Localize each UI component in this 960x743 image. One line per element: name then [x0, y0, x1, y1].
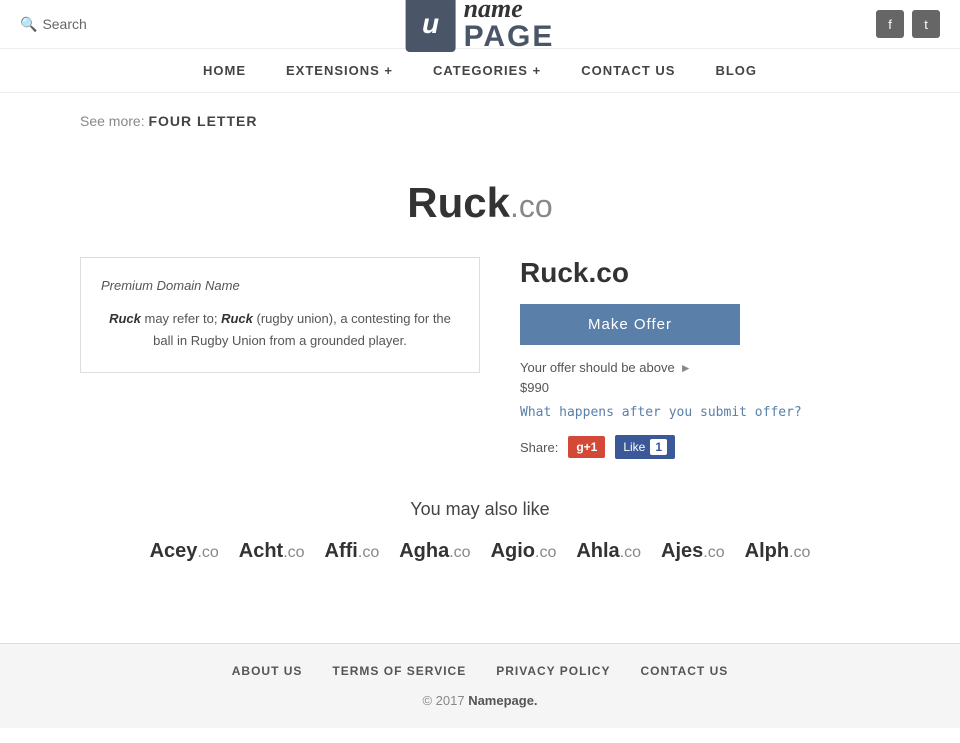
- card-name-5: Ahla: [576, 540, 619, 562]
- main-nav: HOME EXTENSIONS + CATEGORIES + CONTACT U…: [0, 49, 960, 93]
- main-content: Ruck.co Premium Domain Name Ruck may ref…: [0, 149, 960, 643]
- offer-info-label: Your offer should be above: [520, 360, 675, 375]
- right-side: Ruck.co Make Offer Your offer should be …: [520, 257, 880, 459]
- list-item[interactable]: Agio.co: [491, 540, 557, 563]
- card-name-0: Acey: [150, 540, 198, 562]
- card-tld-4: .co: [535, 544, 556, 561]
- logo-box: u: [406, 0, 456, 52]
- footer-brand: Namepage.: [468, 693, 537, 708]
- nav-blog[interactable]: BLOG: [715, 63, 757, 78]
- domain-tld-display: .co: [510, 188, 553, 224]
- share-row: Share: g+1 Like 1: [520, 435, 880, 459]
- card-tld-1: .co: [283, 544, 304, 561]
- footer: ABOUT US TERMS OF SERVICE PRIVACY POLICY…: [0, 643, 960, 728]
- footer-copyright: © 2017 Namepage.: [20, 693, 940, 708]
- premium-box-text: Ruck may refer to; Ruck (rugby union), a…: [101, 308, 459, 352]
- list-item[interactable]: Ahla.co: [576, 540, 641, 563]
- list-item[interactable]: Affi.co: [325, 540, 380, 563]
- footer-links: ABOUT US TERMS OF SERVICE PRIVACY POLICY…: [20, 664, 940, 678]
- footer-terms[interactable]: TERMS OF SERVICE: [332, 664, 466, 678]
- list-item[interactable]: Alph.co: [745, 540, 811, 563]
- premium-text-middle: may refer to;: [141, 311, 221, 326]
- card-name-1: Acht: [239, 540, 283, 562]
- make-offer-button[interactable]: Make Offer: [520, 304, 740, 345]
- facebook-like-button[interactable]: Like 1: [615, 435, 675, 459]
- list-item[interactable]: Acht.co: [239, 540, 305, 563]
- card-tld-7: .co: [789, 544, 810, 561]
- social-links: f t: [876, 10, 940, 38]
- card-tld-3: .co: [449, 544, 470, 561]
- twitter-icon[interactable]: t: [912, 10, 940, 38]
- offer-arrow-icon: ►: [680, 361, 692, 375]
- nav-home[interactable]: HOME: [203, 63, 246, 78]
- logo-icon: u: [422, 8, 439, 40]
- premium-text-domain: Ruck: [221, 311, 253, 326]
- domain-cards: Acey.co Acht.co Affi.co Agha.co Agio.co …: [80, 540, 880, 563]
- footer-privacy[interactable]: PRIVACY POLICY: [496, 664, 610, 678]
- breadcrumb-prefix: See more:: [80, 113, 145, 129]
- offer-amount: $990: [520, 380, 880, 395]
- breadcrumb: See more: FOUR LETTER: [0, 93, 960, 149]
- card-tld-2: .co: [358, 544, 379, 561]
- nav-contact[interactable]: CONTACT US: [581, 63, 675, 78]
- list-item[interactable]: Acey.co: [150, 540, 219, 563]
- premium-text-before: Ruck: [109, 311, 141, 326]
- list-item[interactable]: Ajes.co: [661, 540, 725, 563]
- search-icon: 🔍: [20, 16, 37, 33]
- logo-page: PAGE: [464, 22, 555, 52]
- facebook-like-label: Like: [623, 440, 645, 454]
- domain-display-title: Ruck.co: [407, 179, 552, 226]
- domain-title-area: Ruck.co: [80, 179, 880, 227]
- facebook-icon[interactable]: f: [876, 10, 904, 38]
- nav-categories[interactable]: CATEGORIES +: [433, 63, 541, 78]
- share-label: Share:: [520, 440, 558, 455]
- card-name-2: Affi: [325, 540, 358, 562]
- premium-box: Premium Domain Name Ruck may refer to; R…: [80, 257, 480, 373]
- what-happens-link[interactable]: What happens after you submit offer?: [520, 405, 880, 420]
- domain-name-display: Ruck: [407, 179, 510, 226]
- breadcrumb-links[interactable]: FOUR LETTER: [148, 113, 257, 129]
- footer-about[interactable]: ABOUT US: [232, 664, 303, 678]
- card-tld-0: .co: [197, 544, 218, 561]
- card-name-7: Alph: [745, 540, 789, 562]
- facebook-count: 1: [650, 439, 667, 455]
- card-tld-6: .co: [703, 544, 724, 561]
- content-grid: Premium Domain Name Ruck may refer to; R…: [80, 257, 880, 459]
- footer-contact[interactable]: CONTACT US: [640, 664, 728, 678]
- google-plus-button[interactable]: g+1: [568, 436, 605, 458]
- card-name-4: Agio: [491, 540, 535, 562]
- also-like-heading: You may also like: [80, 499, 880, 520]
- logo[interactable]: u name PAGE: [406, 0, 555, 52]
- domain-full-display: Ruck.co: [520, 257, 880, 289]
- offer-info: Your offer should be above ►: [520, 360, 880, 375]
- list-item[interactable]: Agha.co: [399, 540, 470, 563]
- card-name-6: Ajes: [661, 540, 703, 562]
- search-label: Search: [42, 16, 86, 32]
- copyright-year: © 2017: [422, 693, 464, 708]
- logo-name: name: [464, 0, 555, 22]
- search-button[interactable]: 🔍 Search: [20, 16, 87, 33]
- card-tld-5: .co: [620, 544, 641, 561]
- nav-extensions[interactable]: EXTENSIONS +: [286, 63, 393, 78]
- logo-words: name PAGE: [464, 0, 555, 52]
- premium-box-title: Premium Domain Name: [101, 278, 459, 293]
- header: 🔍 Search u name PAGE f t: [0, 0, 960, 49]
- card-name-3: Agha: [399, 540, 449, 562]
